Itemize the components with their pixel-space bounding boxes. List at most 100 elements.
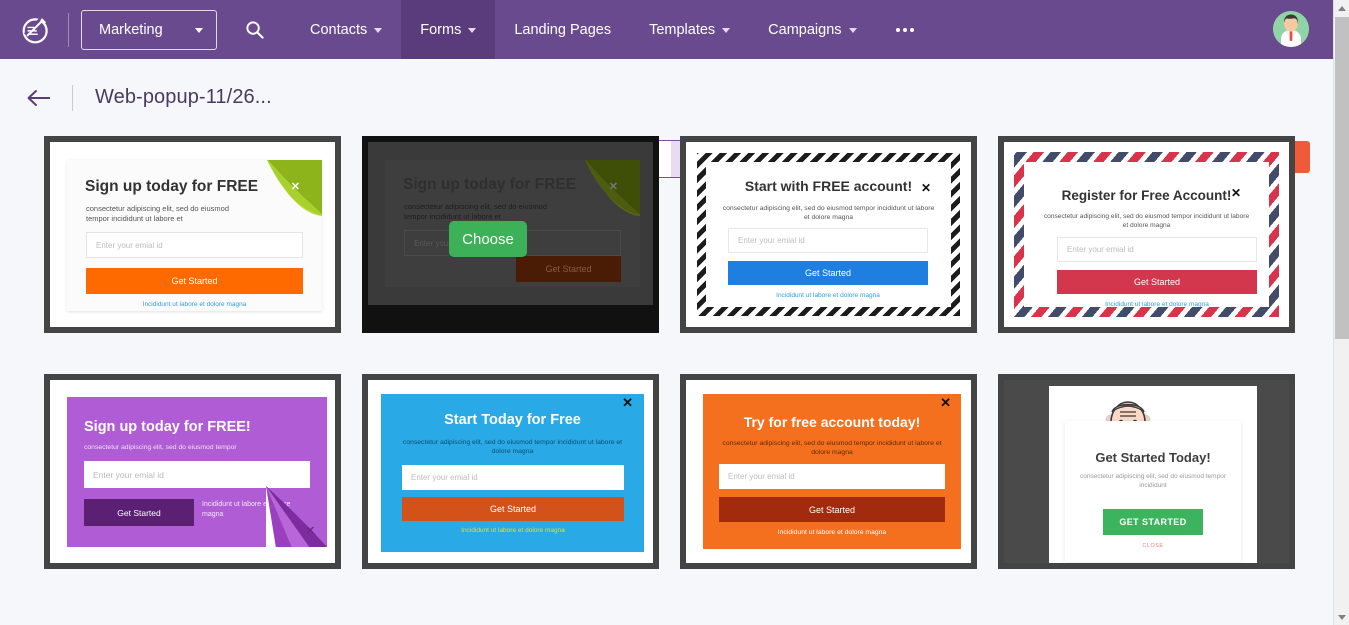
popup-title: Start with FREE account! bbox=[706, 178, 951, 194]
back-button[interactable] bbox=[24, 83, 54, 113]
brand-logo[interactable] bbox=[8, 0, 64, 59]
theme-card-3[interactable]: Start with FREE account! consectetur adi… bbox=[680, 136, 977, 333]
get-started-button[interactable]: Get Started bbox=[728, 261, 928, 285]
chevron-down-icon bbox=[722, 28, 730, 33]
popup-subtitle: consectetur adipiscing elit, sed do eius… bbox=[399, 438, 626, 456]
popup-title: Get Started Today! bbox=[1065, 450, 1241, 465]
avatar-icon bbox=[1273, 11, 1309, 47]
search-icon bbox=[245, 20, 264, 39]
close-link[interactable]: CLOSE bbox=[1065, 543, 1241, 549]
close-icon[interactable]: ✕ bbox=[609, 182, 618, 193]
theme-preview: Sign up today for FREE consectetur adipi… bbox=[368, 142, 653, 327]
nav-item-label: Contacts bbox=[310, 22, 367, 38]
nav-overflow-button[interactable] bbox=[876, 0, 934, 59]
theme-row: Sign up today for FREE consectetur adipi… bbox=[44, 136, 1334, 333]
get-started-button[interactable]: Get Started bbox=[86, 268, 303, 294]
scroll-up-button[interactable] bbox=[1334, 0, 1349, 16]
theme-card-6[interactable]: Start Today for Free consectetur adipisc… bbox=[362, 374, 659, 569]
search-button[interactable] bbox=[217, 0, 291, 59]
close-icon[interactable]: ✕ bbox=[940, 396, 951, 409]
theme-preview: Start with FREE account! consectetur adi… bbox=[686, 142, 971, 327]
brand-logo-icon bbox=[19, 13, 53, 47]
theme-card-8[interactable]: Get Started Today! consectetur adipiscin… bbox=[998, 374, 1295, 569]
chevron-down-icon bbox=[195, 28, 203, 33]
arrow-left-icon bbox=[26, 88, 52, 108]
close-icon[interactable]: ✕ bbox=[1231, 187, 1241, 199]
top-navigation-bar: Marketing Contacts Forms Landing Pages T… bbox=[0, 0, 1349, 59]
email-field[interactable]: Enter your emial id bbox=[402, 465, 624, 490]
popup-link[interactable]: Incididunt ut labore et dolore magna bbox=[719, 529, 945, 536]
theme-card-4[interactable]: Register for Free Account! consectetur a… bbox=[998, 136, 1295, 333]
dot-icon bbox=[903, 28, 907, 32]
nav-item-forms[interactable]: Forms bbox=[401, 0, 495, 59]
email-field[interactable]: Enter your emial id bbox=[728, 228, 928, 253]
popup-title: Try for free account today! bbox=[703, 414, 961, 430]
popup-title: Sign up today for FREE bbox=[85, 178, 258, 196]
close-icon[interactable]: ✕ bbox=[306, 526, 315, 537]
nav-item-campaigns[interactable]: Campaigns bbox=[749, 0, 875, 59]
get-started-button[interactable]: Get Started bbox=[516, 256, 621, 282]
close-icon[interactable]: ✕ bbox=[291, 182, 300, 193]
corner-fold-icon bbox=[266, 486, 327, 547]
popup-subtitle: consectetur adipiscing elit, sed do eius… bbox=[404, 202, 569, 222]
close-icon[interactable]: ✕ bbox=[622, 396, 633, 409]
email-field[interactable]: Enter your emial id bbox=[719, 464, 945, 489]
nav-item-label: Forms bbox=[420, 22, 461, 38]
theme-card-5[interactable]: Sign up today for FREE! consectetur adip… bbox=[44, 374, 341, 569]
sub-header: Web-popup-11/26... Style Call to Action … bbox=[0, 59, 1349, 136]
theme-preview: Sign up today for FREE! consectetur adip… bbox=[50, 380, 335, 563]
theme-card-2[interactable]: Sign up today for FREE consectetur adipi… bbox=[362, 136, 659, 333]
nav-item-label: Landing Pages bbox=[514, 22, 611, 38]
chevron-down-icon bbox=[468, 28, 476, 33]
get-started-button[interactable]: Get Started bbox=[84, 499, 194, 526]
app-switcher-button[interactable]: Marketing bbox=[81, 10, 217, 50]
popup-preview: Start with FREE account! consectetur adi… bbox=[697, 153, 960, 316]
triangle-up-icon bbox=[1338, 6, 1346, 11]
popup-preview: Try for free account today! consectetur … bbox=[703, 394, 961, 549]
scrollbar-thumb[interactable] bbox=[1335, 17, 1349, 339]
popup-subtitle: consectetur adipiscing elit, sed do eius… bbox=[719, 439, 945, 457]
popup-link[interactable]: Incididunt ut labore et dolore magna bbox=[1057, 301, 1257, 308]
get-started-button[interactable]: Get Started bbox=[402, 497, 624, 521]
popup-preview: Sign up today for FREE consectetur adipi… bbox=[67, 160, 322, 311]
popup-link[interactable]: Incididunt ut labore et dolore magna bbox=[728, 292, 928, 299]
theme-card-7[interactable]: Try for free account today! consectetur … bbox=[680, 374, 977, 569]
email-field[interactable]: Enter your emial id bbox=[86, 232, 303, 258]
page-scrollbar[interactable] bbox=[1333, 0, 1349, 625]
get-started-button[interactable]: Get Started bbox=[1057, 270, 1257, 294]
popup-subtitle: consectetur adipiscing elit, sed do eius… bbox=[1077, 473, 1229, 491]
choose-theme-button[interactable]: Choose bbox=[449, 221, 527, 257]
popup-preview: Register for Free Account! consectetur a… bbox=[1014, 152, 1279, 317]
email-field[interactable]: Enter your emial id bbox=[1057, 237, 1257, 262]
logo-divider bbox=[68, 13, 69, 47]
close-icon[interactable]: ✕ bbox=[921, 182, 931, 194]
popup-link[interactable]: Incididunt ut labore et dolore magna bbox=[86, 301, 303, 308]
email-field[interactable]: Enter your emial id bbox=[84, 461, 310, 488]
theme-preview: Get Started Today! consectetur adipiscin… bbox=[1004, 380, 1289, 563]
theme-preview: Start Today for Free consectetur adipisc… bbox=[368, 380, 653, 563]
get-started-button[interactable]: GET STARTED bbox=[1103, 509, 1203, 535]
dot-icon bbox=[896, 28, 900, 32]
popup-subtitle: consectetur adipiscing elit, sed do eius… bbox=[1042, 213, 1251, 231]
popup-subtitle: consectetur adipiscing elit, sed do eius… bbox=[84, 443, 314, 452]
nav-item-contacts[interactable]: Contacts bbox=[291, 0, 401, 59]
scroll-down-button[interactable] bbox=[1334, 609, 1349, 625]
nav-item-templates[interactable]: Templates bbox=[630, 0, 749, 59]
chevron-down-icon bbox=[849, 28, 857, 33]
popup-subtitle: consectetur adipiscing elit, sed do eius… bbox=[720, 204, 937, 222]
popup-title: Sign up today for FREE bbox=[403, 176, 576, 194]
chevron-down-icon bbox=[374, 28, 382, 33]
theme-preview: Sign up today for FREE consectetur adipi… bbox=[50, 142, 335, 327]
get-started-button[interactable]: Get Started bbox=[719, 497, 945, 522]
popup-preview: Get Started Today! consectetur adipiscin… bbox=[1065, 421, 1241, 562]
nav-item-landing-pages[interactable]: Landing Pages bbox=[495, 0, 630, 59]
popup-subtitle: consectetur adipiscing elit, sed do eius… bbox=[86, 204, 251, 224]
popup-title: Sign up today for FREE! bbox=[84, 419, 251, 435]
theme-card-1[interactable]: Sign up today for FREE consectetur adipi… bbox=[44, 136, 341, 333]
triangle-down-icon bbox=[1338, 615, 1346, 620]
popup-title: Start Today for Free bbox=[381, 412, 644, 428]
popup-link[interactable]: Incididunt ut labore et dolore magna bbox=[402, 527, 624, 534]
popup-preview: Start Today for Free consectetur adipisc… bbox=[381, 394, 644, 552]
user-avatar[interactable] bbox=[1273, 11, 1309, 47]
title-divider bbox=[72, 85, 73, 111]
